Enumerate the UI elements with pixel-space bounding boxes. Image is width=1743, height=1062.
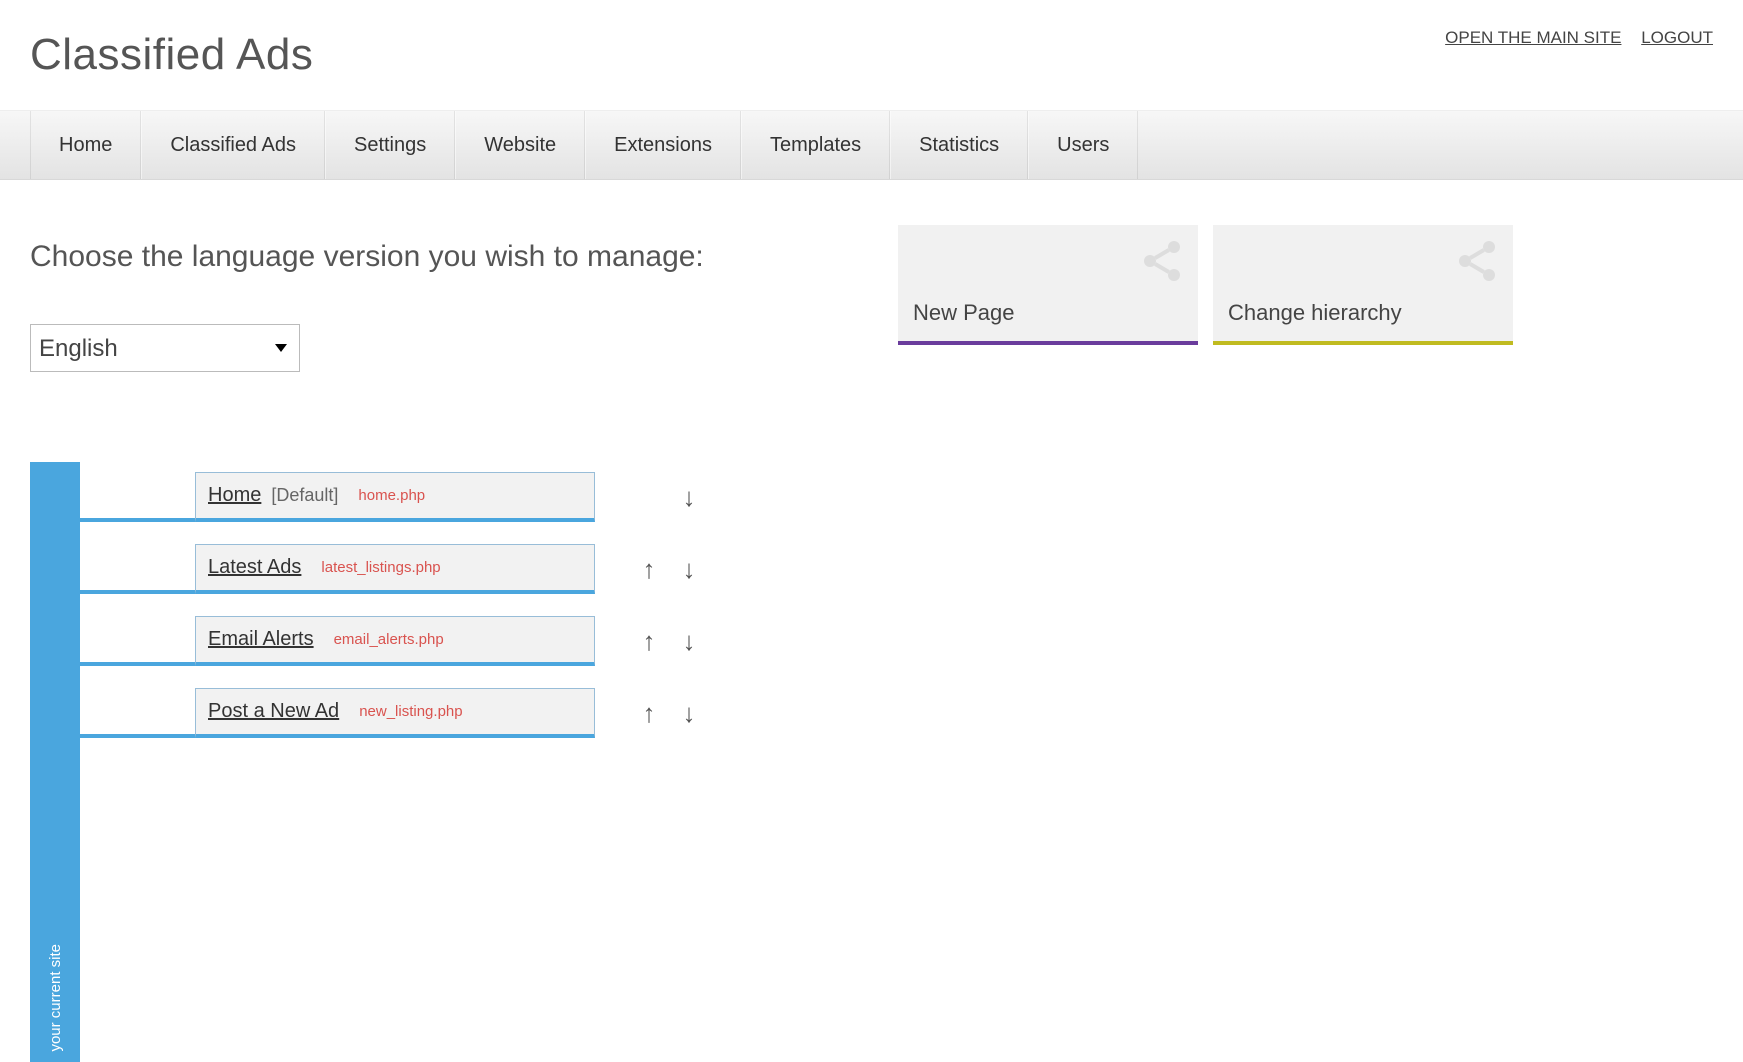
tree-connector (80, 662, 195, 666)
page-file-label: home.php (358, 487, 425, 504)
arrow-down-icon[interactable]: ↓ (678, 698, 700, 729)
page-name-link[interactable]: Post a New Ad (208, 700, 339, 723)
tree-connector (80, 590, 195, 594)
page-row: Post a New Adnew_listing.php↑↓ (80, 688, 1713, 738)
page-default-tag: [Default] (271, 485, 338, 506)
page-row: Email Alertsemail_alerts.php↑↓ (80, 616, 1713, 666)
page-box: Latest Ads latest_listings.php (195, 544, 595, 594)
arrow-up-icon[interactable]: ↑ (638, 554, 660, 585)
reorder-arrows: ↑↓ (620, 698, 700, 729)
page-list: Home [Default] home.php ↓ Latest Ads latest_l… (30, 462, 1713, 738)
tree-root-label: your current site (47, 934, 64, 1062)
nav-statistics[interactable]: Statistics (890, 111, 1028, 179)
page-name-link[interactable]: Email Alerts (208, 628, 314, 651)
change-hierarchy-tile[interactable]: Change hierarchy (1213, 225, 1513, 345)
reorder-arrows: ↑↓ (620, 554, 700, 585)
arrow-up-icon[interactable]: ↑ (638, 626, 660, 657)
navbar: Home Classified Ads Settings Website Ext… (0, 110, 1743, 180)
page-box: Email Alerts email_alerts.php (195, 616, 595, 666)
share-icon (1138, 237, 1186, 285)
share-icon (1453, 237, 1501, 285)
nav-settings[interactable]: Settings (325, 111, 455, 179)
header-links: OPEN THE MAIN SITE LOGOUT (1430, 28, 1713, 48)
nav-users[interactable]: Users (1028, 111, 1138, 179)
page-name-link[interactable]: Latest Ads (208, 556, 301, 579)
page-file-label: new_listing.php (359, 703, 462, 720)
page-row: Home [Default] home.php ↓ (80, 472, 1713, 522)
arrow-placeholder (638, 482, 660, 513)
page-file-label: latest_listings.php (321, 559, 440, 576)
action-tiles: New Page Change hierarchy (898, 225, 1513, 345)
tree-connector (80, 518, 195, 522)
logout-link[interactable]: LOGOUT (1641, 28, 1713, 47)
nav-home[interactable]: Home (30, 111, 141, 179)
page-file-label: email_alerts.php (334, 631, 444, 648)
nav-website[interactable]: Website (455, 111, 585, 179)
reorder-arrows: ↓ (620, 482, 700, 513)
nav-classified-ads[interactable]: Classified Ads (141, 111, 325, 179)
language-select[interactable]: English (30, 324, 300, 372)
new-page-label: New Page (913, 300, 1015, 326)
page-box: Home [Default] home.php (195, 472, 595, 522)
change-hierarchy-label: Change hierarchy (1228, 300, 1402, 326)
page-tree: your current site Home[Default]home.php↓… (30, 462, 1713, 738)
page-name-link[interactable]: Home (208, 484, 261, 507)
page-box: Post a New Ad new_listing.php (195, 688, 595, 738)
new-page-tile[interactable]: New Page (898, 225, 1198, 345)
arrow-down-icon[interactable]: ↓ (678, 482, 700, 513)
page-row: Latest Adslatest_listings.php↑↓ (80, 544, 1713, 594)
content: Choose the language version you wish to … (0, 180, 1743, 738)
tree-connector (80, 734, 195, 738)
header: Classified Ads OPEN THE MAIN SITE LOGOUT (0, 0, 1743, 110)
arrow-down-icon[interactable]: ↓ (678, 554, 700, 585)
nav-extensions[interactable]: Extensions (585, 111, 741, 179)
tree-root-bar: your current site (30, 462, 80, 1062)
arrow-down-icon[interactable]: ↓ (678, 626, 700, 657)
nav-templates[interactable]: Templates (741, 111, 890, 179)
arrow-up-icon[interactable]: ↑ (638, 698, 660, 729)
reorder-arrows: ↑↓ (620, 626, 700, 657)
open-main-site-link[interactable]: OPEN THE MAIN SITE (1445, 28, 1621, 47)
